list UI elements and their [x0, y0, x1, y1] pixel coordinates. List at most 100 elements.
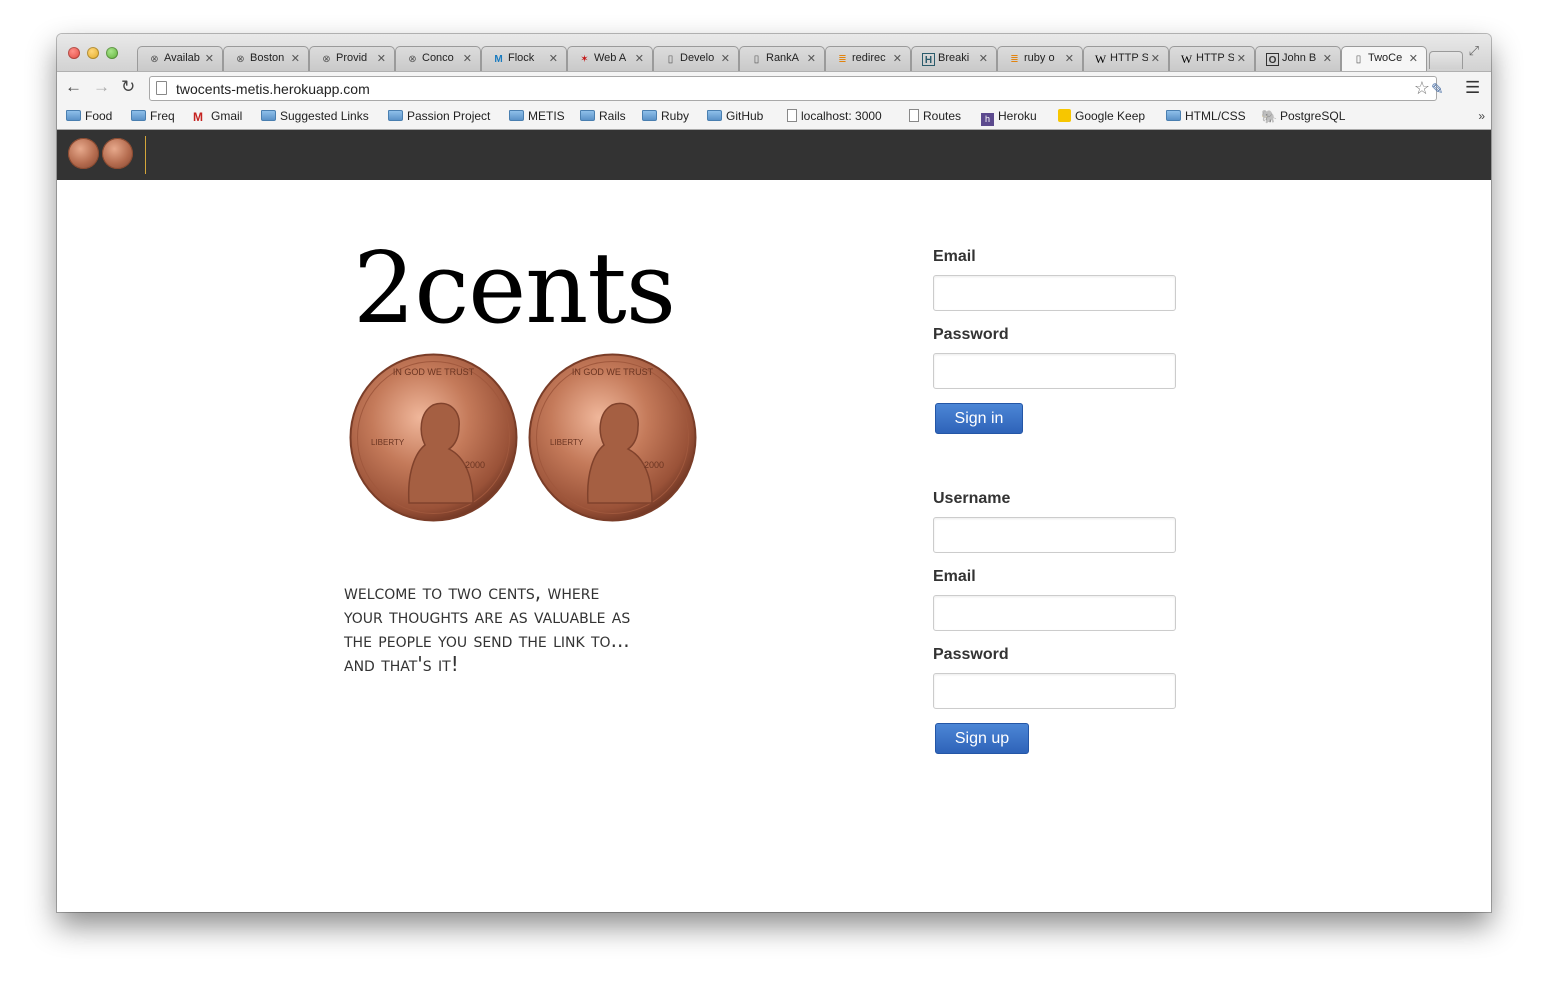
tab-label: Boston [250, 52, 285, 64]
mozilla-icon: ✶ [580, 54, 589, 65]
extension-icon[interactable]: ✎ [1431, 80, 1444, 98]
coin-liberty-text: LIBERTY [371, 438, 405, 447]
signin-password-input[interactable] [933, 353, 1176, 389]
tab-close-icon[interactable]: ✕ [721, 52, 730, 65]
tab[interactable]: ⊗ Conco ✕ [395, 46, 481, 71]
tab-close-icon[interactable]: ✕ [1323, 52, 1332, 65]
bookmark-label: Passion Project [407, 109, 491, 123]
bookmark-label: localhost: 3000 [801, 109, 882, 123]
tab-label: Breaki [938, 52, 970, 64]
tab-close-icon[interactable]: ✕ [377, 52, 386, 65]
tab-label: RankA [766, 52, 800, 64]
tab-close-icon[interactable]: ✕ [1409, 52, 1418, 65]
tab[interactable]: ≣ ruby o ✕ [997, 46, 1083, 71]
tab-close-icon[interactable]: ✕ [635, 52, 644, 65]
bookmark-label: Gmail [211, 109, 243, 123]
url-text[interactable]: twocents-metis.herokuapp.com [176, 81, 370, 97]
bookmark-heroku[interactable]: h Heroku [981, 109, 1037, 126]
menu-icon[interactable]: ☰ [1465, 78, 1480, 98]
bookmark-food[interactable]: Food [66, 109, 112, 123]
bookmark-html-css[interactable]: HTML/CSS [1166, 109, 1246, 123]
tab-label: Develo [680, 52, 715, 64]
tab[interactable]: ⊗ Availab ✕ [137, 46, 223, 71]
bookmark-star-icon[interactable]: ☆ [1414, 78, 1430, 99]
title-bar: ⊗ Availab ✕ ⊗ Boston ✕ ⊗ Provid ✕ ⊗ Conco ✕ M Flo… [57, 34, 1491, 71]
bookmark-localhost[interactable]: localhost: 3000 [787, 109, 882, 123]
penny-icon [102, 138, 133, 169]
bookmark-metis[interactable]: METIS [509, 109, 565, 123]
address-bar[interactable]: twocents-metis.herokuapp.com ☆ [149, 76, 1437, 101]
page-icon: ▯ [1355, 54, 1362, 65]
folder-icon [707, 110, 722, 121]
bookmark-label: Freq [150, 109, 175, 123]
tab[interactable]: O John B ✕ [1255, 46, 1341, 71]
forward-arrow-icon[interactable]: → [93, 77, 110, 97]
tab[interactable]: ✶ Web A ✕ [567, 46, 653, 71]
bookmark-freq[interactable]: Freq [131, 109, 175, 123]
tab-close-icon[interactable]: ✕ [463, 52, 472, 65]
bookmark-passion-project[interactable]: Passion Project [388, 109, 490, 123]
folder-icon [580, 110, 595, 121]
folder-icon [642, 110, 657, 121]
bookmark-label: METIS [528, 109, 565, 123]
site-navbar [57, 130, 1491, 180]
signup-username-label: Username [933, 490, 1011, 507]
bookmark-google-keep[interactable]: Google Keep [1058, 109, 1145, 123]
bookmark-gmail[interactable]: M Gmail [193, 109, 242, 123]
sign-up-button[interactable]: Sign up [935, 723, 1029, 754]
signup-password-input[interactable] [933, 673, 1176, 709]
tab-close-icon[interactable]: ✕ [807, 52, 816, 65]
fullscreen-icon[interactable]: ⤢ [1469, 43, 1479, 59]
bookmark-label: GitHub [726, 109, 764, 123]
penny-image: IN GOD WE TRUST LIBERTY 2000 [528, 353, 697, 522]
coin-year-text: 2000 [644, 460, 664, 470]
tab-close-icon[interactable]: ✕ [205, 52, 214, 65]
folder-icon [261, 110, 276, 121]
bookmark-postgresql[interactable]: 🐘 PostgreSQL [1261, 109, 1345, 123]
tab[interactable]: ▯ Develo ✕ [653, 46, 739, 71]
tab[interactable]: ≣ redirec ✕ [825, 46, 911, 71]
tab-close-icon[interactable]: ✕ [893, 52, 902, 65]
minimize-window-button[interactable] [87, 47, 99, 59]
tab-label: Web A [594, 52, 627, 64]
bookmark-rails[interactable]: Rails [580, 109, 626, 123]
keep-icon [1058, 109, 1071, 122]
tab-close-icon[interactable]: ✕ [291, 52, 300, 65]
tab-close-icon[interactable]: ✕ [1237, 52, 1246, 65]
coin-motto-text: IN GOD WE TRUST [393, 367, 475, 377]
sign-in-button[interactable]: Sign in [935, 403, 1023, 434]
folder-icon [509, 110, 524, 121]
tab-close-icon[interactable]: ✕ [979, 52, 988, 65]
tab[interactable]: ⊗ Boston ✕ [223, 46, 309, 71]
tab[interactable]: M Flock ✕ [481, 46, 567, 71]
signup-email-input[interactable] [933, 595, 1176, 631]
tab[interactable]: H Breaki ✕ [911, 46, 997, 71]
back-arrow-icon[interactable]: ← [65, 77, 82, 97]
bookmark-suggested-links[interactable]: Suggested Links [261, 109, 369, 123]
folder-icon [1166, 110, 1181, 121]
tab-close-icon[interactable]: ✕ [1065, 52, 1074, 65]
gmail-icon: M [193, 110, 203, 124]
tab-close-icon[interactable]: ✕ [1151, 52, 1160, 65]
metis-icon: ⊗ [150, 54, 159, 65]
tab-active[interactable]: ▯ TwoCe ✕ [1341, 46, 1427, 71]
site-logo-text: 2cents [353, 232, 676, 346]
tab[interactable]: ▯ RankA ✕ [739, 46, 825, 71]
tab[interactable]: W HTTP S ✕ [1083, 46, 1169, 71]
tab[interactable]: W HTTP S ✕ [1169, 46, 1255, 71]
bookmark-routes[interactable]: Routes [909, 109, 961, 123]
signup-username-input[interactable] [933, 517, 1176, 553]
new-tab-button[interactable] [1429, 51, 1463, 69]
reload-icon[interactable]: ↻ [121, 77, 135, 97]
tab[interactable]: ⊗ Provid ✕ [309, 46, 395, 71]
close-window-button[interactable] [68, 47, 80, 59]
bookmarks-overflow-button[interactable]: » [1478, 109, 1485, 123]
tab-close-icon[interactable]: ✕ [549, 52, 558, 65]
bookmark-github[interactable]: GitHub [707, 109, 763, 123]
wikipedia-icon: W [1094, 52, 1107, 66]
home-logo-link[interactable] [67, 136, 146, 174]
page-content: 2cents IN GOD WE TRUST LIBERTY 2000 IN G… [57, 180, 1491, 912]
bookmark-ruby[interactable]: Ruby [642, 109, 689, 123]
zoom-window-button[interactable] [106, 47, 118, 59]
signin-email-input[interactable] [933, 275, 1176, 311]
